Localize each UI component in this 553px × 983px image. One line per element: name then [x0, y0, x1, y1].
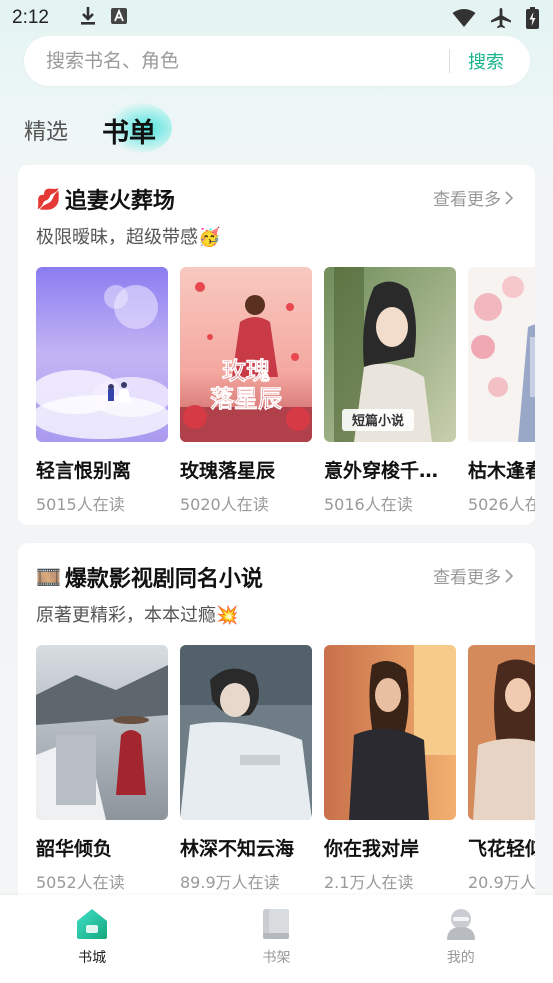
book-item[interactable]: 韶华倾负 5052人在读: [36, 645, 168, 893]
book-readers: 5020人在读: [180, 495, 269, 514]
view-more-label: 查看更多: [433, 568, 501, 588]
cover-title-line2: 落星辰: [210, 384, 282, 413]
search-bar: 搜索: [24, 36, 530, 86]
home-icon: [77, 909, 108, 939]
cover-title-line1: 玫瑰: [222, 356, 270, 385]
book-item[interactable]: 你在我对岸 2.1万人在读: [324, 645, 456, 893]
search-divider: [449, 49, 450, 73]
section-title: 🎞️ 爆款影视剧同名小说: [36, 561, 263, 593]
book-title: 枯木逢春: [468, 460, 535, 482]
book-title: 林深不知云海: [180, 838, 295, 860]
book-title: 意外穿梭千…: [324, 460, 439, 482]
section-title: 💋 追妻火葬场: [36, 183, 175, 215]
profile-icon: [446, 909, 475, 940]
book-readers: 20.9万人在读: [468, 873, 535, 892]
wifi-icon: [452, 8, 476, 32]
book-cover: [468, 267, 535, 442]
section-title-text: 追妻火葬场: [64, 189, 175, 214]
status-time: 2:12: [12, 7, 49, 28]
book-readers: 5052人在读: [36, 873, 125, 892]
view-more-label: 查看更多: [433, 190, 501, 210]
book-cover: [36, 267, 168, 442]
nav-label: 书城: [78, 950, 107, 966]
booklist-section: 🎞️ 爆款影视剧同名小说 查看更多 原著更精彩，本本过瘾💥 韶华倾负 5052人…: [18, 543, 535, 903]
section-subtitle: 原著更精彩，本本过瘾💥: [36, 605, 239, 626]
nav-bookshelf[interactable]: 书架: [184, 895, 368, 983]
chevron-right-icon: [505, 568, 513, 583]
bookshelf-icon: [263, 909, 290, 939]
book-item[interactable]: 轻言恨别离 5015人在读: [36, 267, 168, 515]
book-title: 轻言恨别离: [36, 460, 132, 482]
battery-charging-icon: [526, 7, 539, 33]
airplane-mode-icon: [490, 7, 512, 33]
tab-featured[interactable]: 精选: [24, 114, 68, 156]
nav-bookstore[interactable]: 书城: [0, 895, 184, 983]
book-item[interactable]: 枯木逢春 5026人在读: [468, 267, 535, 515]
book-readers: 5026人在读: [468, 495, 535, 514]
tab-booklists-label: 书单: [102, 118, 157, 149]
tab-bar: 精选 书单: [24, 103, 173, 156]
cover-label: 短篇小说: [352, 413, 404, 429]
book-title: 玫瑰落星辰: [180, 460, 276, 482]
lips-icon: 💋: [36, 187, 61, 211]
book-cover: [324, 645, 456, 820]
search-input[interactable]: [46, 50, 449, 72]
book-item[interactable]: 玫瑰 落星辰 玫瑰落星辰 5020人在读: [180, 267, 312, 515]
status-bar: 2:12: [0, 0, 553, 36]
book-item[interactable]: 短篇小说 意外穿梭千… 5016人在读: [324, 267, 456, 515]
tab-booklists[interactable]: 书单: [102, 103, 173, 156]
nav-profile[interactable]: 我的: [369, 895, 553, 983]
bottom-nav: 书城 书架 我的: [0, 895, 553, 983]
book-title: 你在我对岸: [324, 838, 420, 860]
book-title: 飞花轻似梦: [468, 838, 535, 860]
book-cover: [180, 645, 312, 820]
book-carousel: 轻言恨别离 5015人在读 玫瑰 落星辰 玫瑰落星辰 5020人在读 短篇小说 …: [36, 267, 535, 517]
book-item[interactable]: 林深不知云海 89.9万人在读: [180, 645, 312, 893]
view-more-link[interactable]: 查看更多: [433, 563, 513, 588]
book-readers: 5016人在读: [324, 495, 413, 514]
book-cover: 短篇小说: [324, 267, 456, 442]
film-icon: 🎞️: [36, 565, 61, 589]
search-button[interactable]: 搜索: [468, 48, 504, 74]
book-cover: [36, 645, 168, 820]
download-icon: [79, 6, 97, 30]
booklist-section: 💋 追妻火葬场 查看更多 极限暧昧，超级带感🥳 轻言恨别离 5015人在读 玫瑰…: [18, 165, 535, 525]
nav-label: 书架: [262, 950, 291, 966]
section-subtitle: 极限暧昧，超级带感🥳: [36, 227, 221, 248]
nav-label: 我的: [446, 950, 475, 966]
chevron-right-icon: [505, 190, 513, 205]
book-cover: [468, 645, 535, 820]
book-readers: 2.1万人在读: [324, 873, 414, 892]
book-title: 韶华倾负: [36, 838, 113, 860]
book-carousel: 韶华倾负 5052人在读 林深不知云海 89.9万人在读 你在我对岸 2.1万人…: [36, 645, 535, 895]
view-more-link[interactable]: 查看更多: [433, 185, 513, 210]
section-title-text: 爆款影视剧同名小说: [64, 567, 263, 592]
book-readers: 89.9万人在读: [180, 873, 280, 892]
book-cover: 玫瑰 落星辰: [180, 267, 312, 442]
book-item[interactable]: 飞花轻似梦 20.9万人在读: [468, 645, 535, 893]
book-readers: 5015人在读: [36, 495, 125, 514]
font-app-icon: [110, 8, 127, 28]
